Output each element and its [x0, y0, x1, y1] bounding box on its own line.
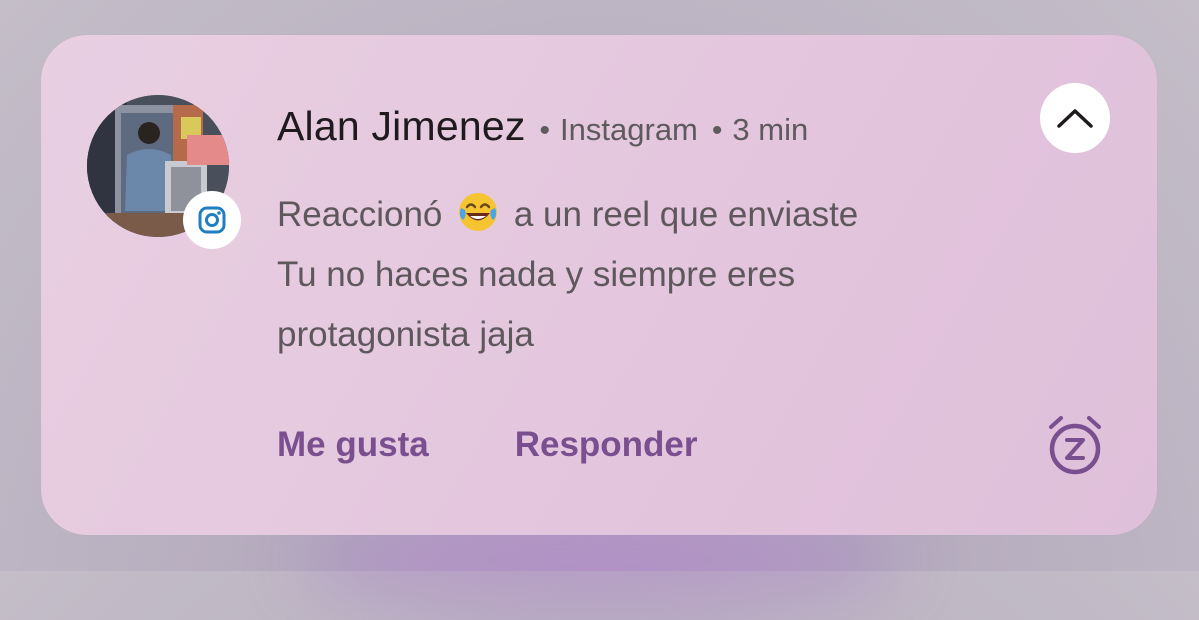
- app-name: Instagram: [560, 112, 698, 147]
- message-prefix: Reaccionó: [277, 195, 443, 234]
- instagram-badge: [183, 191, 241, 249]
- notification-actions: Me gusta Responder: [277, 425, 698, 465]
- separator-dot: •: [711, 114, 723, 147]
- message-line-2: Tu no haces nada y siempre eres: [277, 255, 796, 294]
- reply-button[interactable]: Responder: [515, 425, 698, 465]
- avatar-group: [87, 95, 241, 249]
- timestamp: 3 min: [732, 112, 809, 147]
- message-suffix: a un reel que enviaste: [513, 195, 859, 234]
- message-body: Reaccionó a un reel que enviaste Tu no h…: [277, 185, 997, 365]
- chevron-up-icon: [1057, 109, 1093, 128]
- snooze-alarm-icon: [1049, 416, 1101, 475]
- instagram-icon: [198, 206, 226, 234]
- snooze-button[interactable]: [1043, 413, 1107, 477]
- notification-card[interactable]: Alan Jimenez • Instagram • 3 min Reaccio…: [41, 35, 1157, 535]
- separator-dot: •: [539, 114, 551, 147]
- collapse-button[interactable]: [1040, 83, 1110, 153]
- sender-name: Alan Jimenez: [277, 103, 526, 149]
- like-button[interactable]: Me gusta: [277, 425, 429, 465]
- message-line-1: Reaccionó a un reel que enviaste: [277, 185, 997, 245]
- message-line-3: protagonista jaja: [277, 315, 534, 354]
- laughing-tears-emoji-icon: [459, 193, 498, 231]
- notification-header: Alan Jimenez • Instagram • 3 min: [277, 103, 808, 150]
